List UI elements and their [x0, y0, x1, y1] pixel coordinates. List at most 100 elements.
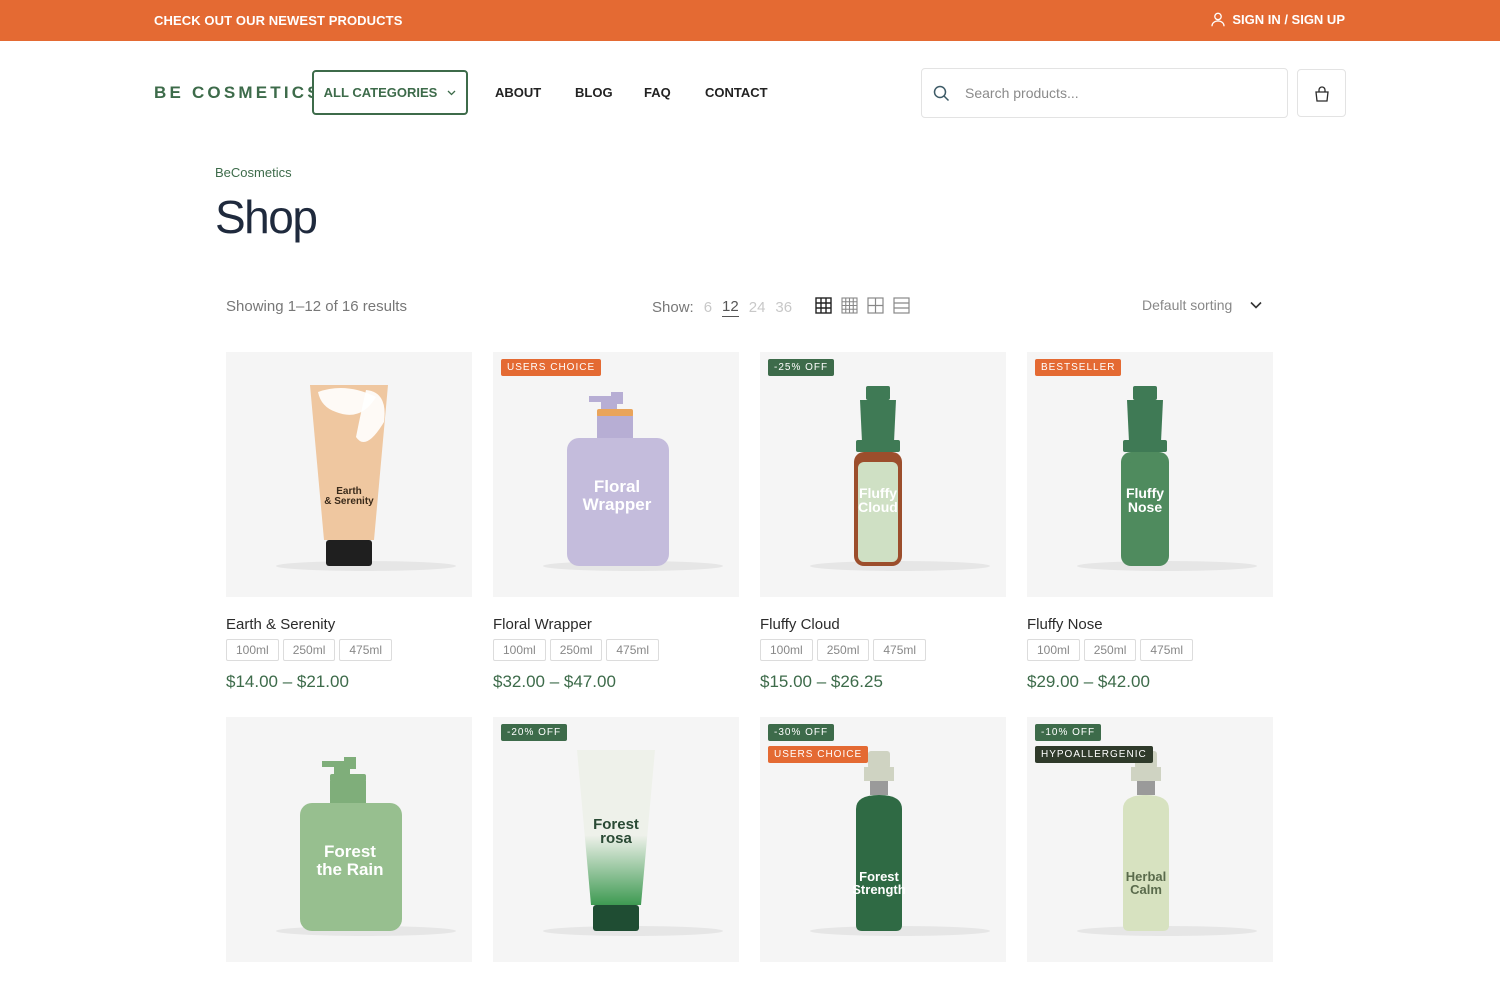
- product-name[interactable]: Fluffy Cloud: [760, 616, 1006, 633]
- nav-about[interactable]: ABOUT: [495, 85, 575, 100]
- svg-text:the Rain: the Rain: [316, 860, 383, 879]
- size-option[interactable]: 250ml: [816, 639, 870, 661]
- size-option[interactable]: 100ml: [760, 639, 813, 661]
- show-option-36[interactable]: 36: [775, 299, 792, 316]
- svg-text:Calm: Calm: [1130, 882, 1162, 897]
- nav-blog[interactable]: BLOG: [575, 85, 644, 100]
- product-image[interactable]: Forest rosa -20% OFF: [493, 717, 739, 962]
- main-nav: ABOUT BLOG FAQ CONTACT: [495, 85, 768, 100]
- size-options: 100ml 250ml 475ml: [760, 639, 1006, 661]
- svg-text:rosa: rosa: [600, 830, 632, 847]
- product-card[interactable]: Herbal Calm -10% OFF HYPOALLERGENIC: [1027, 717, 1273, 962]
- product-card[interactable]: Fluffy Nose BESTSELLER Fluffy Nose 100ml 250m…: [1027, 352, 1273, 692]
- sign-in-link[interactable]: SIGN IN / SIGN UP: [1211, 12, 1345, 27]
- product-price: $29.00 – $42.00: [1027, 672, 1150, 691]
- product-image[interactable]: Forest the Rain: [226, 717, 472, 962]
- svg-text:Forest: Forest: [324, 842, 376, 861]
- shopping-bag-icon: [1314, 85, 1329, 102]
- search-box: [921, 68, 1288, 118]
- chevron-down-icon: [447, 90, 456, 95]
- size-options: 100ml 250ml 475ml: [493, 639, 739, 661]
- svg-text:Cloud: Cloud: [858, 499, 898, 515]
- list-icon[interactable]: [893, 297, 910, 314]
- product-image[interactable]: Fluffy Nose BESTSELLER: [1027, 352, 1273, 597]
- top-promo-bar: CHECK OUT OUR NEWEST PRODUCTS SIGN IN / …: [0, 0, 1500, 41]
- badge-group: USERS CHOICE: [501, 359, 602, 376]
- size-option[interactable]: 475ml: [1140, 639, 1194, 661]
- product-badge: HYPOALLERGENIC: [1035, 746, 1153, 763]
- product-photo: Forestrosa: [543, 750, 723, 936]
- show-label: Show:: [652, 299, 694, 316]
- user-icon: [1211, 12, 1225, 27]
- size-option[interactable]: 250ml: [282, 639, 336, 661]
- svg-text:Strength: Strength: [852, 882, 906, 897]
- product-card[interactable]: Forest Strength -30% OFF USERS CHOICE: [760, 717, 1006, 962]
- badge-group: -10% OFF HYPOALLERGENIC: [1035, 724, 1153, 763]
- product-badge: -30% OFF: [768, 724, 835, 741]
- sign-in-label: SIGN IN / SIGN UP: [1232, 12, 1345, 27]
- site-logo[interactable]: BE COSMETICS: [154, 83, 322, 103]
- all-categories-button[interactable]: ALL CATEGORIES: [312, 70, 468, 115]
- promo-text[interactable]: CHECK OUT OUR NEWEST PRODUCTS: [154, 13, 402, 28]
- search-input[interactable]: [965, 85, 1265, 101]
- show-option-24[interactable]: 24: [749, 299, 766, 316]
- product-photo: FloralWrapper: [543, 392, 723, 571]
- size-option[interactable]: 100ml: [226, 639, 279, 661]
- size-option[interactable]: 100ml: [493, 639, 546, 661]
- show-option-6[interactable]: 6: [704, 299, 712, 316]
- show-per-page: Show: 6 12 24 36: [652, 298, 792, 317]
- product-card[interactable]: Earth & Serenity Earth & Serenity 100ml 250m…: [226, 352, 472, 692]
- product-image[interactable]: Earth & Serenity: [226, 352, 472, 597]
- show-option-12[interactable]: 12: [722, 298, 739, 317]
- product-badge: BESTSELLER: [1035, 359, 1122, 376]
- product-card[interactable]: Forest rosa -20% OFF: [493, 717, 739, 962]
- product-price: $32.00 – $47.00: [493, 672, 616, 691]
- product-photo: FluffyCloud: [810, 386, 990, 571]
- badge-group: -20% OFF: [501, 724, 568, 741]
- product-image[interactable]: Forest Strength -30% OFF USERS CHOICE: [760, 717, 1006, 962]
- size-option[interactable]: 250ml: [1083, 639, 1137, 661]
- grid-3-icon[interactable]: [867, 297, 884, 314]
- badge-group: BESTSELLER: [1035, 359, 1122, 376]
- product-badge: -10% OFF: [1035, 724, 1102, 741]
- product-name[interactable]: Fluffy Nose: [1027, 616, 1273, 633]
- product-photo: Earth& Serenity: [276, 385, 456, 571]
- search-icon[interactable]: [933, 85, 950, 102]
- product-photo: Forestthe Rain: [276, 757, 456, 936]
- svg-text:Nose: Nose: [1128, 499, 1162, 515]
- product-badge: USERS CHOICE: [768, 746, 869, 763]
- product-name[interactable]: Earth & Serenity: [226, 616, 472, 633]
- size-option[interactable]: 250ml: [549, 639, 603, 661]
- nav-faq[interactable]: FAQ: [644, 85, 705, 100]
- product-name[interactable]: Floral Wrapper: [493, 616, 739, 633]
- product-image[interactable]: Herbal Calm -10% OFF HYPOALLERGENIC: [1027, 717, 1273, 962]
- view-switcher: [815, 297, 910, 314]
- sort-label: Default sorting: [1142, 297, 1233, 313]
- badge-group: -30% OFF USERS CHOICE: [768, 724, 869, 763]
- chevron-down-icon: [1250, 301, 1262, 309]
- product-image[interactable]: Fluffy Cloud -25% OFF: [760, 352, 1006, 597]
- product-badge: -20% OFF: [501, 724, 568, 741]
- grid-4-icon[interactable]: [815, 297, 832, 314]
- product-price: $14.00 – $21.00: [226, 672, 349, 691]
- product-card[interactable]: Floral Wrapper USERS CHOICE Floral Wrapper 1…: [493, 352, 739, 692]
- grid-5-icon[interactable]: [841, 297, 858, 314]
- breadcrumb[interactable]: BeCosmetics: [215, 165, 292, 180]
- size-option[interactable]: 475ml: [873, 639, 927, 661]
- page-title: Shop: [215, 191, 318, 243]
- size-options: 100ml 250ml 475ml: [226, 639, 472, 661]
- product-card[interactable]: Fluffy Cloud -25% OFF Fluffy Cloud 100ml 250m…: [760, 352, 1006, 692]
- cart-button[interactable]: [1297, 69, 1346, 117]
- product-badge: -25% OFF: [768, 359, 835, 376]
- size-options: 100ml 250ml 475ml: [1027, 639, 1273, 661]
- results-count: Showing 1–12 of 16 results: [226, 298, 407, 315]
- sort-select[interactable]: Default sorting: [1142, 297, 1262, 313]
- nav-contact[interactable]: CONTACT: [705, 85, 768, 100]
- size-option[interactable]: 475ml: [606, 639, 660, 661]
- product-price: $15.00 – $26.25: [760, 672, 883, 691]
- product-card[interactable]: Forest the Rain: [226, 717, 472, 962]
- size-option[interactable]: 100ml: [1027, 639, 1080, 661]
- size-option[interactable]: 475ml: [339, 639, 393, 661]
- badge-group: -25% OFF: [768, 359, 835, 376]
- product-image[interactable]: Floral Wrapper USERS CHOICE: [493, 352, 739, 597]
